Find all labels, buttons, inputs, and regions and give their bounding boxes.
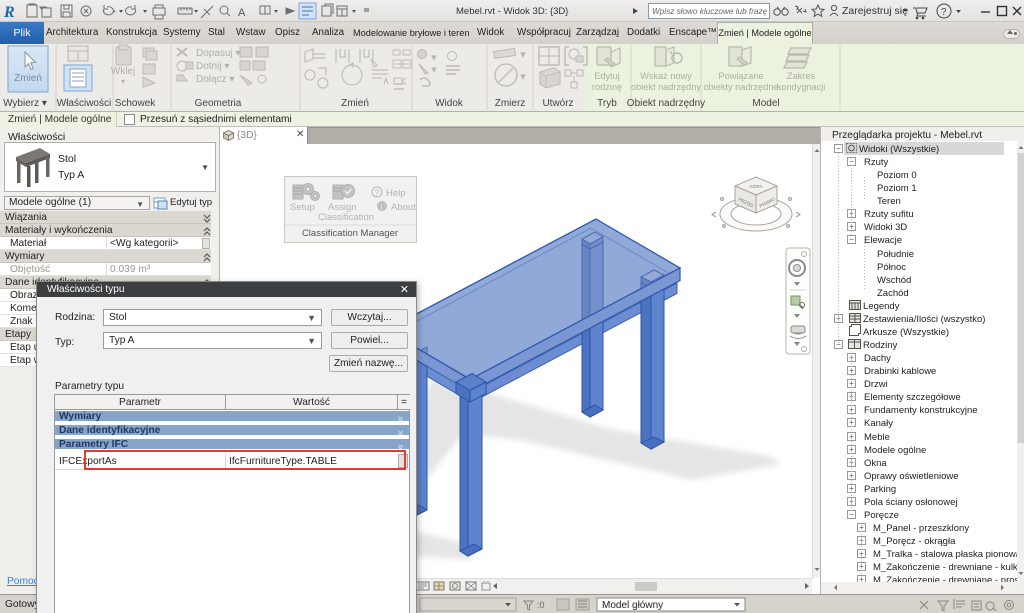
svg-text:Edytuj: Edytuj bbox=[594, 71, 620, 81]
svg-text:Model główny: Model główny bbox=[602, 600, 663, 611]
svg-text:Utwórz: Utwórz bbox=[542, 98, 573, 109]
svg-text:GÓRA: GÓRA bbox=[749, 183, 762, 189]
svg-text:Tryb: Tryb bbox=[597, 98, 617, 109]
svg-text:A: A bbox=[238, 7, 246, 19]
svg-text:i: i bbox=[381, 203, 383, 212]
svg-text:obiekty nadrzędne: obiekty nadrzędne bbox=[703, 82, 778, 92]
svg-text:Wybierz ▾: Wybierz ▾ bbox=[3, 98, 47, 109]
svg-text:Powiązane: Powiązane bbox=[719, 71, 764, 81]
svg-text:Zmierz: Zmierz bbox=[495, 98, 526, 109]
svg-text:Dołącz ▾: Dołącz ▾ bbox=[196, 74, 234, 85]
svg-text:Zakres: Zakres bbox=[787, 71, 815, 81]
svg-text:?: ? bbox=[375, 189, 380, 198]
svg-text:Właściwości: Właściwości bbox=[57, 98, 111, 109]
svg-text:Classification Manager: Classification Manager bbox=[302, 228, 398, 239]
svg-text:?: ? bbox=[941, 7, 947, 18]
svg-text:Geometria: Geometria bbox=[195, 98, 242, 109]
svg-text:kondygnacji: kondygnacji bbox=[777, 82, 826, 92]
svg-text:▾: ▾ bbox=[432, 53, 436, 62]
svg-text:Model: Model bbox=[752, 98, 779, 109]
svg-text::0: :0 bbox=[537, 600, 545, 610]
svg-text:R: R bbox=[3, 4, 15, 21]
svg-text:About: About bbox=[391, 202, 416, 213]
svg-text:Schowek: Schowek bbox=[115, 98, 157, 109]
svg-text:▾: ▾ bbox=[432, 65, 436, 74]
svg-text:▾: ▾ bbox=[521, 50, 525, 59]
svg-text:Setup: Setup bbox=[290, 202, 315, 213]
svg-text:obiekt nadrzędny: obiekt nadrzędny bbox=[631, 82, 701, 92]
svg-text:Obiekt nadrzędny: Obiekt nadrzędny bbox=[627, 98, 705, 109]
svg-text:Zmień: Zmień bbox=[14, 73, 42, 84]
svg-text:Dotnij ▾: Dotnij ▾ bbox=[196, 61, 229, 72]
svg-text:Wklej: Wklej bbox=[111, 66, 135, 77]
svg-text:Dopasuj ▾: Dopasuj ▾ bbox=[196, 48, 241, 59]
svg-text:Classification: Classification bbox=[318, 212, 374, 223]
svg-text:Help: Help bbox=[386, 188, 406, 199]
svg-text:Widok: Widok bbox=[435, 98, 464, 109]
svg-text:Zmień: Zmień bbox=[341, 98, 369, 109]
svg-text:▾: ▾ bbox=[121, 77, 125, 86]
svg-text:Wskaż nowy: Wskaż nowy bbox=[640, 71, 692, 81]
svg-text:▾: ▾ bbox=[521, 72, 525, 81]
svg-text:rodzinę: rodzinę bbox=[592, 82, 622, 92]
